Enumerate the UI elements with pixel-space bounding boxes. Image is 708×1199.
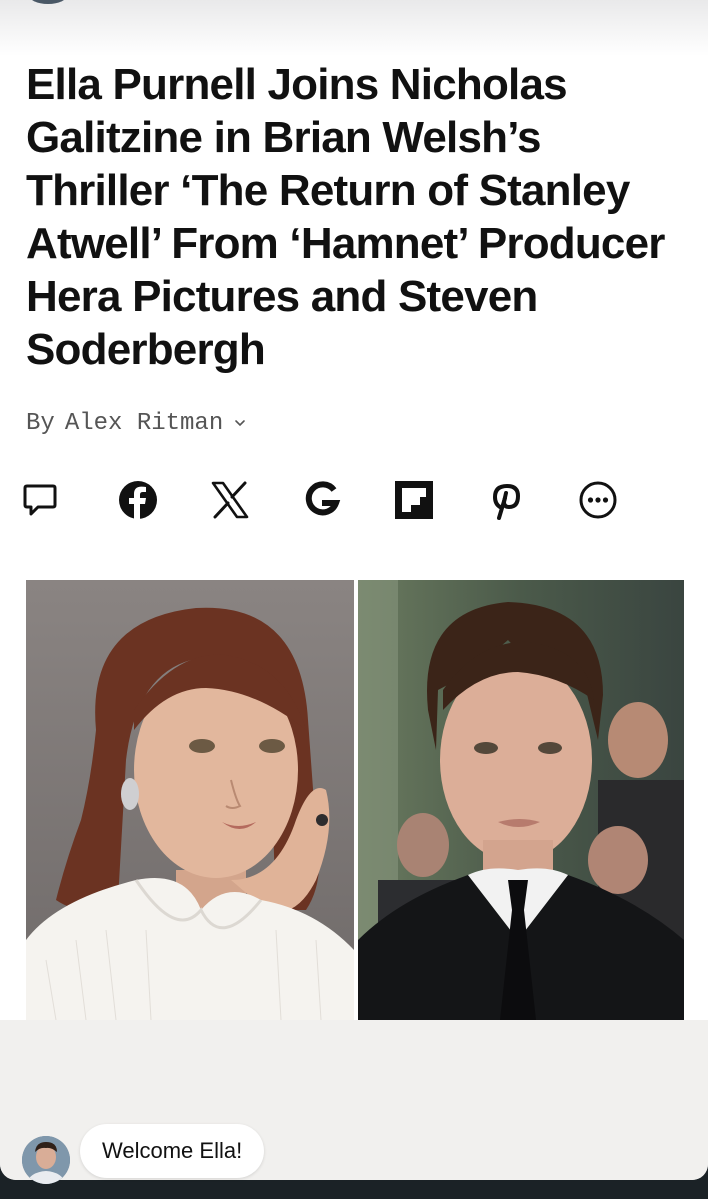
comment-icon[interactable]: [18, 478, 62, 522]
article-card: Ella Purnell Joins Nicholas Galitzine in…: [0, 0, 708, 1180]
byline: By Alex Ritman: [26, 406, 247, 440]
more-icon[interactable]: [576, 478, 620, 522]
avatar[interactable]: [22, 1136, 70, 1184]
byline-prefix: By: [26, 409, 55, 437]
flipboard-icon[interactable]: [392, 478, 436, 522]
photo-ella-purnell: [26, 580, 354, 1020]
facebook-icon[interactable]: [116, 478, 160, 522]
chat-message-bubble[interactable]: Welcome Ella!: [80, 1124, 265, 1178]
author-link[interactable]: Alex Ritman: [65, 410, 223, 437]
share-toolbar: [23, 478, 626, 522]
photo-nicholas-galitzine: [358, 580, 684, 1020]
article-photo-composite: [26, 580, 684, 1020]
chevron-down-icon[interactable]: [233, 416, 247, 430]
chat-message-text: Welcome Ella!: [102, 1138, 243, 1163]
article-headline: Ella Purnell Joins Nicholas Galitzine in…: [26, 60, 665, 374]
top-shade: [0, 0, 708, 56]
google-icon[interactable]: [300, 478, 344, 522]
pinterest-icon[interactable]: [484, 478, 528, 522]
x-icon[interactable]: [208, 478, 252, 522]
